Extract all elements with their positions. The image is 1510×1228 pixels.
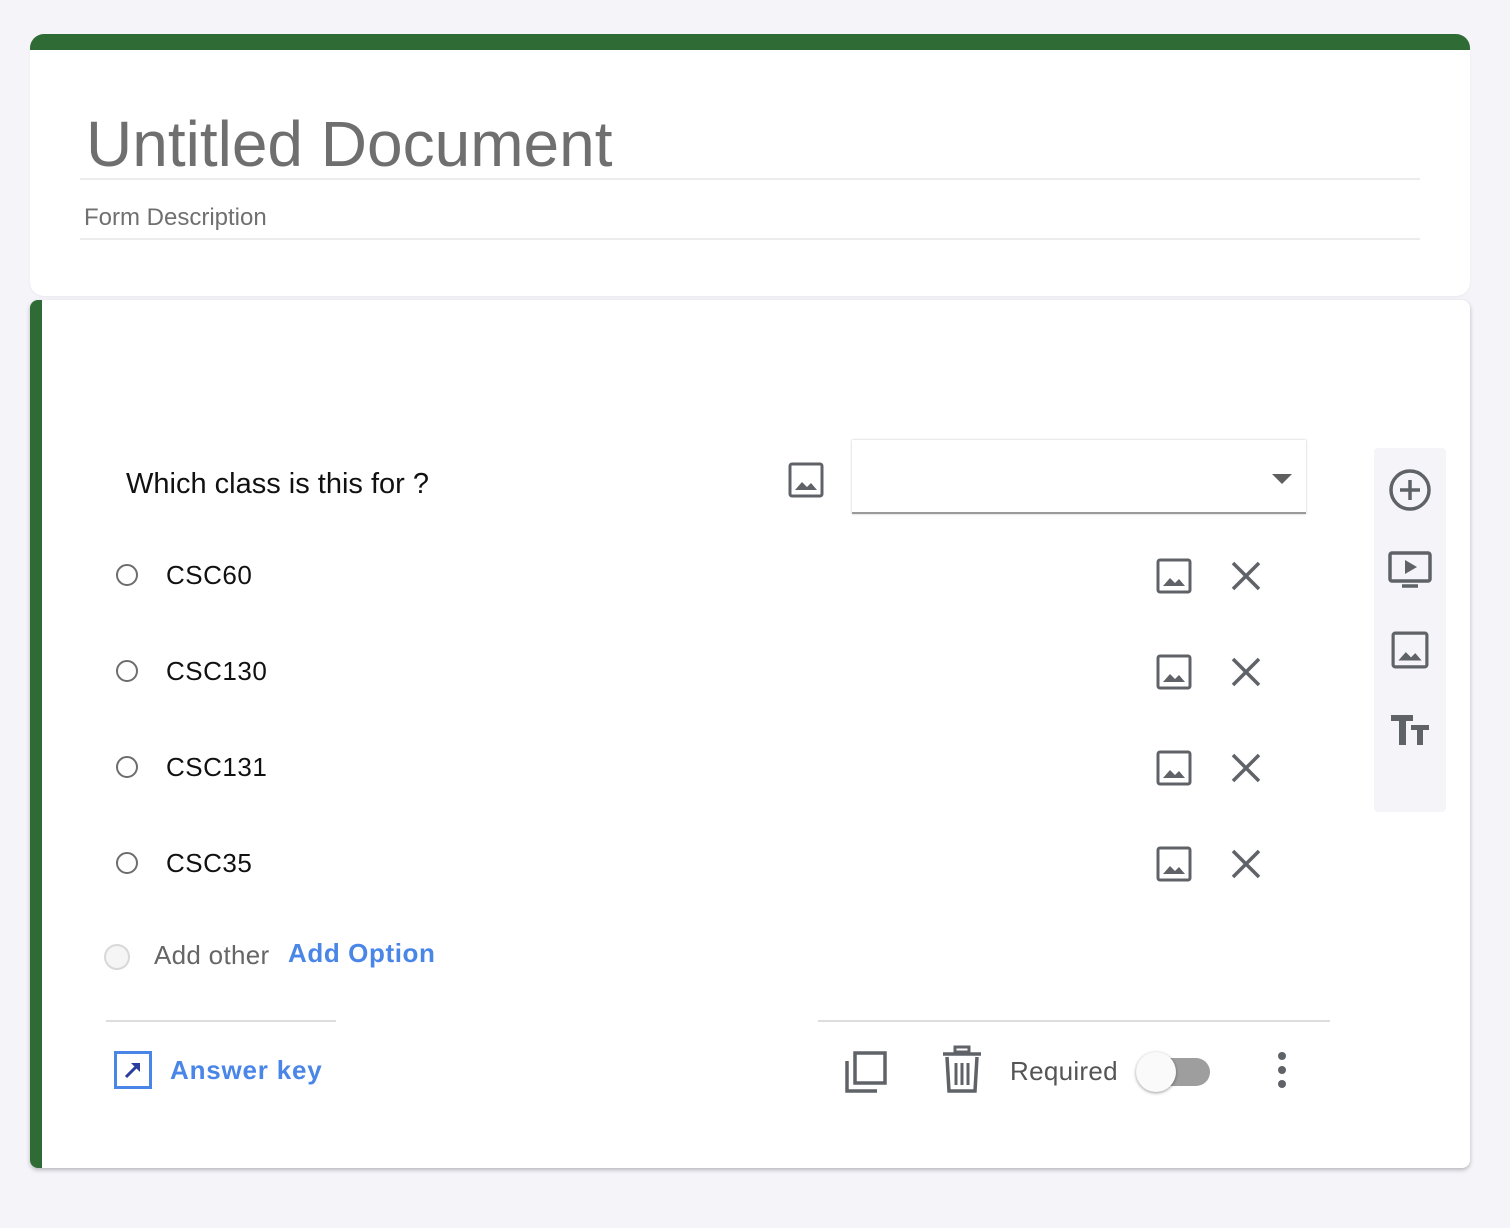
more-vert-icon (1278, 1052, 1286, 1088)
radio-icon[interactable] (116, 756, 138, 778)
answer-key-icon (114, 1051, 152, 1089)
add-image-button[interactable] (1386, 626, 1434, 674)
remove-option-button[interactable] (1222, 840, 1270, 888)
question-image-button[interactable] (782, 456, 830, 504)
radio-icon[interactable] (116, 852, 138, 874)
image-icon (1391, 631, 1429, 669)
option-row: CSC35 (30, 834, 1330, 894)
option-image-button[interactable] (1150, 744, 1198, 792)
trash-icon (943, 1045, 981, 1093)
option-label[interactable]: CSC35 (166, 848, 252, 879)
dropdown-arrow-icon (1272, 474, 1292, 484)
text-format-icon (1391, 715, 1429, 745)
add-circle-icon (1389, 469, 1431, 511)
add-other-radio-icon (104, 944, 130, 970)
add-video-button[interactable] (1386, 546, 1434, 594)
side-toolbar (1374, 448, 1446, 812)
video-icon (1388, 551, 1432, 588)
footer-divider-left (106, 1020, 336, 1022)
remove-option-button[interactable] (1222, 744, 1270, 792)
question-card[interactable]: Which class is this for ? CSC60 CSC130 C… (30, 300, 1470, 1168)
question-type-dropdown[interactable] (852, 440, 1306, 514)
option-label[interactable]: CSC131 (166, 752, 267, 783)
form-title-field[interactable]: Untitled Document (80, 106, 1420, 180)
answer-key-label: Answer key (170, 1054, 323, 1085)
required-label: Required (1010, 1056, 1118, 1086)
image-icon (1156, 654, 1192, 690)
image-icon (1156, 750, 1192, 786)
close-icon (1231, 849, 1261, 879)
footer-divider-right (818, 1020, 1330, 1022)
toggle-thumb (1136, 1052, 1176, 1092)
option-row: CSC60 (30, 546, 1330, 606)
option-image-button[interactable] (1150, 552, 1198, 600)
option-image-button[interactable] (1150, 648, 1198, 696)
option-label[interactable]: CSC130 (166, 656, 267, 687)
form-description-field[interactable]: Form Description (80, 198, 1420, 240)
form-title: Untitled Document (86, 108, 613, 180)
duplicate-button[interactable] (838, 1044, 894, 1100)
answer-key-button[interactable]: Answer key (114, 1046, 323, 1094)
add-title-button[interactable] (1386, 706, 1434, 754)
form-header-card: Untitled Document Form Description (30, 34, 1470, 296)
radio-icon[interactable] (116, 564, 138, 586)
option-row: CSC131 (30, 738, 1330, 798)
add-other-button[interactable]: Add other (154, 940, 269, 971)
close-icon (1231, 561, 1261, 591)
radio-icon[interactable] (116, 660, 138, 682)
question-accent-bar (30, 300, 42, 1168)
remove-option-button[interactable] (1222, 648, 1270, 696)
image-icon (1156, 846, 1192, 882)
form-description: Form Description (84, 204, 267, 231)
close-icon (1231, 753, 1261, 783)
close-icon (1231, 657, 1261, 687)
required-toggle[interactable] (1136, 1052, 1212, 1092)
remove-option-button[interactable] (1222, 552, 1270, 600)
add-option-button[interactable]: Add Option (288, 938, 436, 969)
image-icon (1156, 558, 1192, 594)
copy-icon (845, 1051, 887, 1093)
more-options-button[interactable] (1258, 1046, 1306, 1094)
delete-button[interactable] (934, 1042, 990, 1098)
header-accent-bar (30, 34, 1470, 50)
option-row: CSC130 (30, 642, 1330, 702)
add-question-button[interactable] (1386, 466, 1434, 514)
image-icon (788, 462, 824, 498)
option-image-button[interactable] (1150, 840, 1198, 888)
question-title[interactable]: Which class is this for ? (126, 468, 429, 501)
option-label[interactable]: CSC60 (166, 560, 252, 591)
